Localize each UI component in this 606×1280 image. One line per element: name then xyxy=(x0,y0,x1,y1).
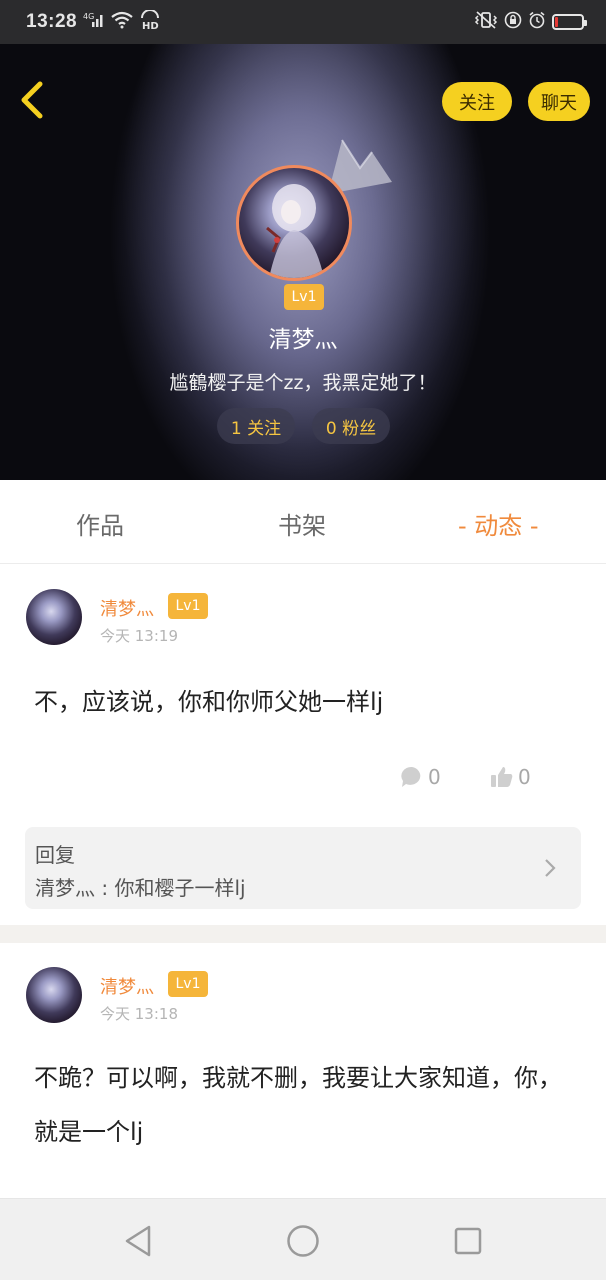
post-level-badge: Lv1 xyxy=(168,593,208,619)
comment-count: 0 xyxy=(428,765,441,789)
thumbs-up-icon xyxy=(491,767,513,787)
triangle-back-icon xyxy=(125,1225,151,1257)
following-count-button[interactable]: 1 关注 xyxy=(217,408,295,444)
alarm-icon xyxy=(528,11,546,33)
profile-signature: 尴鶴樱子是个zz，我黑定她了！ xyxy=(169,372,437,394)
hd-label: HD xyxy=(142,21,159,30)
post-author[interactable]: 清梦灬 xyxy=(100,973,154,999)
list-item: 清梦灬 Lv1 今天 13:18 不跪？可以啊，我就不删，我要让大家知道，你，就… xyxy=(0,943,606,1198)
battery-fill xyxy=(555,17,559,27)
post-author[interactable]: 清梦灬 xyxy=(100,595,154,621)
post-level-badge: Lv1 xyxy=(168,971,208,997)
status-bar: 13:28 4G HD xyxy=(0,0,606,44)
like-count: 0 xyxy=(518,765,531,789)
reply-title: 回复 xyxy=(35,843,75,867)
chat-button[interactable]: 聊天 xyxy=(528,82,590,121)
profile-avatar[interactable] xyxy=(236,165,352,281)
network-label: 4G xyxy=(83,12,94,21)
back-button[interactable] xyxy=(12,76,56,124)
circle-home-icon xyxy=(287,1225,319,1257)
profile-name: 清梦灬 xyxy=(268,327,338,353)
reply-text: 清梦灬 : 你和樱子一样lj xyxy=(35,876,246,900)
avatar[interactable] xyxy=(26,589,82,645)
comment-icon xyxy=(401,766,421,787)
follow-button[interactable]: 关注 xyxy=(442,82,512,121)
profile-header: 关注 聊天 Lv1 清梦灬 尴鶴樱子是个zz，我黑定她了！ 1 关注 0 粉丝 xyxy=(0,44,606,480)
post-content: 不，应该说，你和你师父她一样lj xyxy=(34,688,384,716)
avatar[interactable] xyxy=(26,967,82,1023)
list-item: 清梦灬 Lv1 今天 13:19 不，应该说，你和你师父她一样lj 0 0 回复… xyxy=(0,565,606,925)
system-nav-bar xyxy=(0,1198,606,1280)
hd-call-icon: HD xyxy=(139,9,161,34)
post-content: 不跪？可以啊，我就不删，我要让大家知道，你，就是一个lj xyxy=(34,1064,562,1146)
lock-rotation-icon xyxy=(504,11,522,33)
battery-icon xyxy=(552,14,587,30)
profile-tabs: 作品 书架 - 动态 - xyxy=(0,480,606,564)
tab-bookshelf[interactable]: 书架 xyxy=(278,506,326,541)
fans-count-button[interactable]: 0 粉丝 xyxy=(312,408,390,444)
post-time: 今天 13:19 xyxy=(100,627,178,645)
nav-back-button[interactable] xyxy=(118,1221,158,1261)
post-time: 今天 13:18 xyxy=(100,1005,178,1023)
square-recents-icon xyxy=(454,1227,482,1255)
wifi-icon xyxy=(111,11,133,33)
comment-button[interactable]: 0 xyxy=(400,765,441,789)
nav-recents-button[interactable] xyxy=(448,1221,488,1261)
like-button[interactable]: 0 xyxy=(490,765,531,789)
cellular-signal-icon: 4G xyxy=(83,11,105,33)
divider xyxy=(0,925,606,943)
chevron-right-icon xyxy=(545,859,556,877)
status-time: 13:28 xyxy=(26,11,78,32)
tab-dynamic[interactable]: - 动态 - xyxy=(458,506,539,541)
tab-works[interactable]: 作品 xyxy=(76,506,124,541)
nav-home-button[interactable] xyxy=(283,1221,323,1261)
chevron-left-icon xyxy=(21,81,43,119)
reply-preview[interactable]: 回复 清梦灬 : 你和樱子一样lj xyxy=(25,827,581,909)
profile-level-badge: Lv1 xyxy=(284,284,324,310)
vibrate-icon xyxy=(474,11,498,33)
